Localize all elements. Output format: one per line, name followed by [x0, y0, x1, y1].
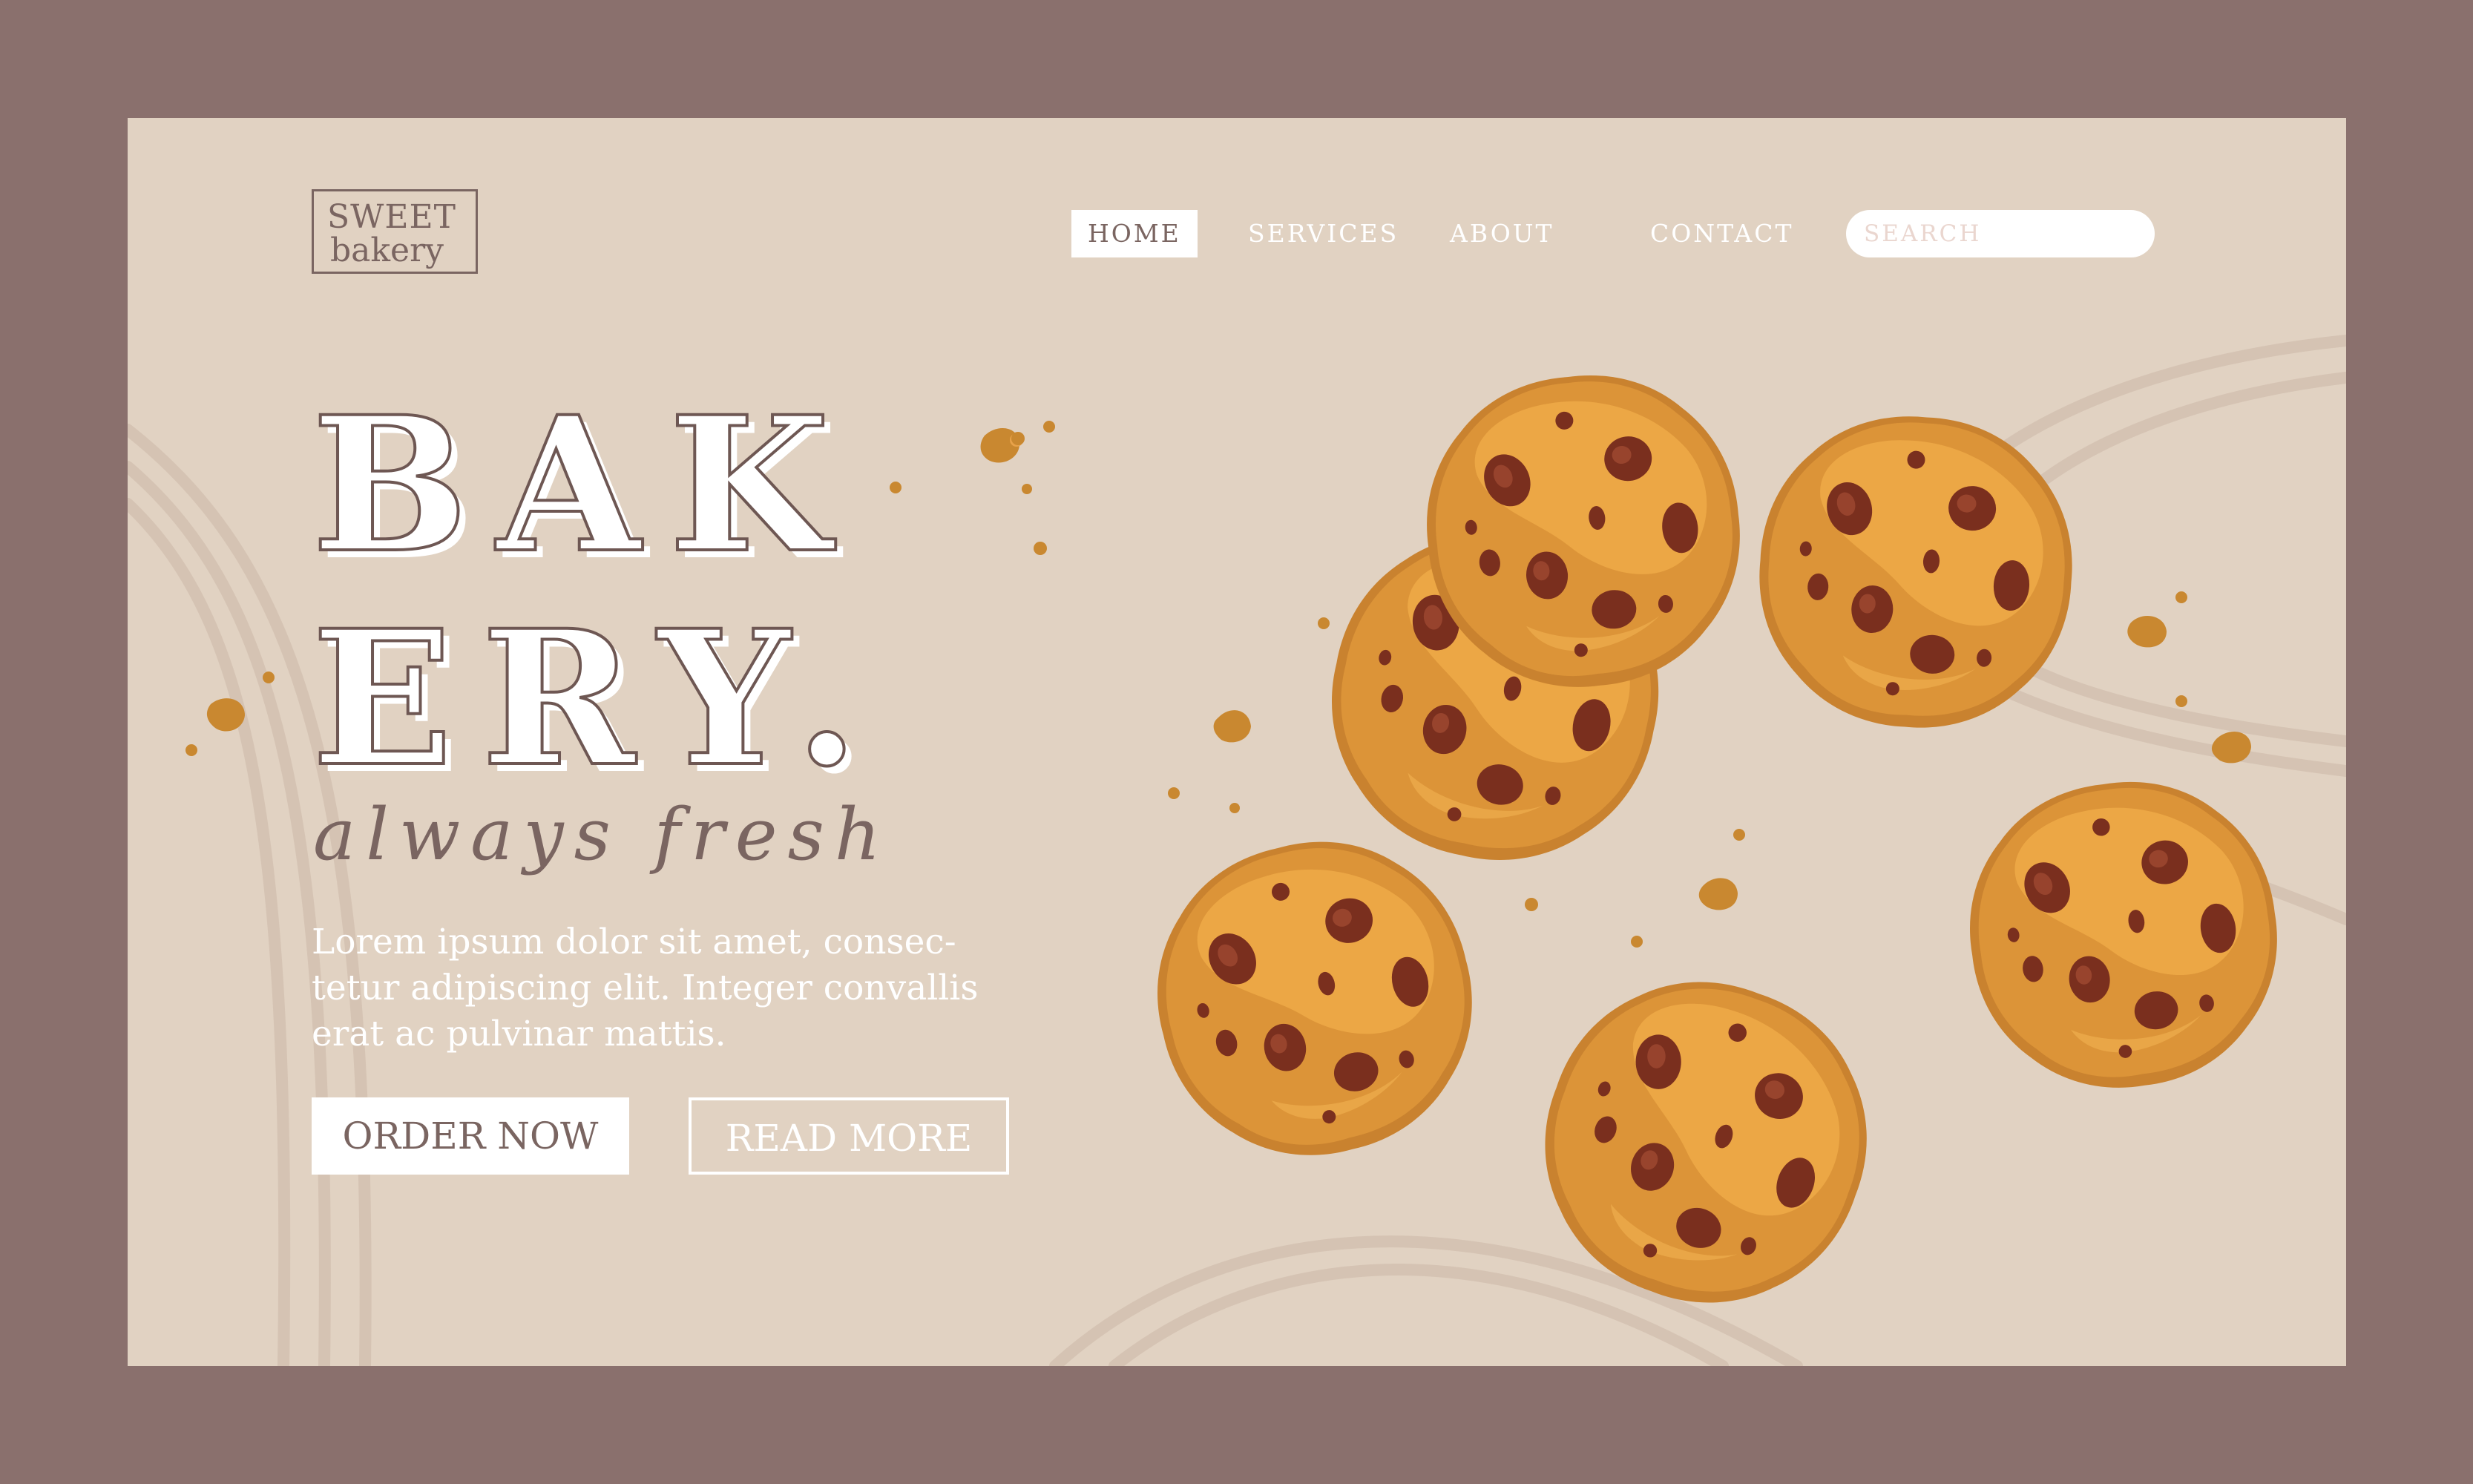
nav-item-about[interactable]: ABOUT [1450, 210, 1554, 257]
cookie-icon [1749, 406, 2083, 738]
hero-title-line-1: BAK [310, 375, 858, 594]
order-now-button[interactable]: ORDER NOW [312, 1097, 629, 1175]
nav-item-services[interactable]: SERVICES [1248, 210, 1399, 257]
brand-line-1: SWEET [327, 198, 456, 236]
hero-title: BAK ERY. [310, 375, 887, 807]
brand-logo[interactable]: SWEET bakery [312, 189, 478, 274]
cookie-icon [1951, 763, 2296, 1107]
cookie-icon [1502, 939, 1910, 1346]
search-input[interactable] [1846, 210, 2155, 257]
brand-line-2: bakery [330, 232, 444, 269]
nav-item-contact[interactable]: CONTACT [1650, 210, 1793, 257]
cookie-icon [1126, 810, 1504, 1187]
landing-page: SWEET bakery HOME SERVICES ABOUT CONTACT… [128, 118, 2346, 1366]
nav-item-home[interactable]: HOME [1071, 210, 1198, 257]
hero-title-line-2: ERY. [310, 589, 887, 807]
read-more-button[interactable]: READ MORE [689, 1097, 1009, 1175]
tagline: always fresh [313, 793, 891, 876]
hero-description: Lorem ipsum dolor sit amet, consec-tetur… [312, 922, 979, 1054]
